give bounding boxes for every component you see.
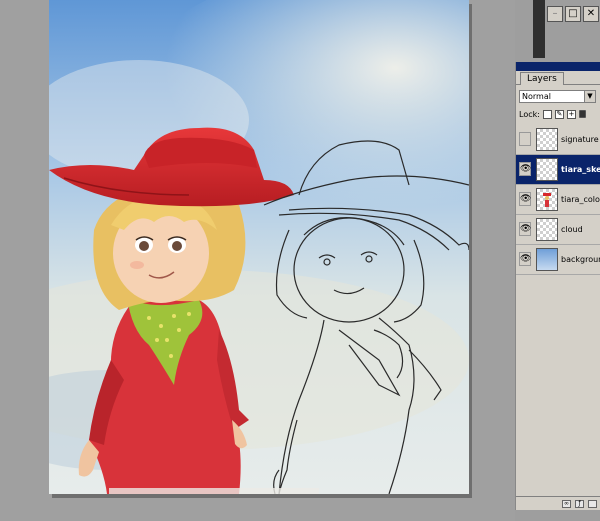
window-controls: – □ ✕ bbox=[547, 6, 599, 22]
visibility-eye-icon[interactable]: 👁 bbox=[519, 222, 531, 236]
lock-label: Lock: bbox=[519, 109, 540, 119]
layer-row-tiara-sket[interactable]: 👁 tiara_sket bbox=[516, 155, 600, 185]
palette-tab-bar: Layers bbox=[516, 71, 600, 85]
panel-well-strip bbox=[533, 0, 545, 58]
blend-mode-value: Normal bbox=[522, 92, 551, 101]
layer-thumbnail bbox=[536, 248, 558, 271]
layer-name: tiara_colour bbox=[561, 195, 600, 204]
layer-thumbnail bbox=[536, 188, 558, 211]
visibility-eye-icon[interactable]: 👁 bbox=[519, 162, 531, 176]
layer-name: tiara_sket bbox=[561, 165, 600, 174]
lock-all-icon[interactable] bbox=[578, 110, 586, 118]
layer-name: backgroun bbox=[561, 255, 600, 264]
chevron-down-icon[interactable]: ▼ bbox=[584, 91, 595, 102]
minimize-button[interactable]: – bbox=[547, 6, 563, 22]
layer-thumbnail bbox=[536, 218, 558, 241]
layer-row-signature[interactable]: 👁 signature bbox=[516, 125, 600, 155]
new-layer-icon[interactable] bbox=[588, 499, 597, 508]
palette-title-bar[interactable] bbox=[516, 62, 600, 71]
visibility-eye-icon[interactable]: 👁 bbox=[519, 252, 531, 266]
lock-transparency-icon[interactable] bbox=[542, 109, 552, 119]
image-canvas[interactable] bbox=[49, 0, 469, 494]
lock-brush-icon[interactable]: ✎ bbox=[554, 109, 564, 119]
visibility-eye-icon[interactable]: 👁 bbox=[519, 132, 531, 146]
layers-palette: Layers Normal ▼ Lock: ✎ + 👁 signature 👁 … bbox=[515, 62, 600, 510]
visibility-eye-icon[interactable]: 👁 bbox=[519, 192, 531, 206]
tab-layers[interactable]: Layers bbox=[520, 72, 564, 85]
close-button[interactable]: ✕ bbox=[583, 6, 599, 22]
layer-name: signature bbox=[561, 135, 599, 144]
artwork bbox=[49, 0, 469, 494]
lock-row: Lock: ✎ + bbox=[519, 108, 586, 120]
lock-move-icon[interactable]: + bbox=[566, 109, 576, 119]
palette-bottom-toolbar: ∞ ƒ bbox=[516, 496, 600, 510]
layer-thumbnail bbox=[536, 128, 558, 151]
link-layers-icon[interactable]: ∞ bbox=[562, 499, 571, 508]
layer-style-icon[interactable]: ƒ bbox=[575, 499, 584, 508]
layer-thumbnail bbox=[536, 158, 558, 181]
figure-thumbnail-icon bbox=[543, 193, 551, 207]
layer-row-cloud[interactable]: 👁 cloud bbox=[516, 215, 600, 245]
layer-row-background[interactable]: 👁 backgroun bbox=[516, 245, 600, 275]
layer-row-tiara-colour[interactable]: 👁 tiara_colour bbox=[516, 185, 600, 215]
maximize-button[interactable]: □ bbox=[565, 6, 581, 22]
blend-mode-select[interactable]: Normal ▼ bbox=[519, 90, 596, 103]
document-workspace bbox=[0, 0, 515, 521]
layer-name: cloud bbox=[561, 225, 583, 234]
